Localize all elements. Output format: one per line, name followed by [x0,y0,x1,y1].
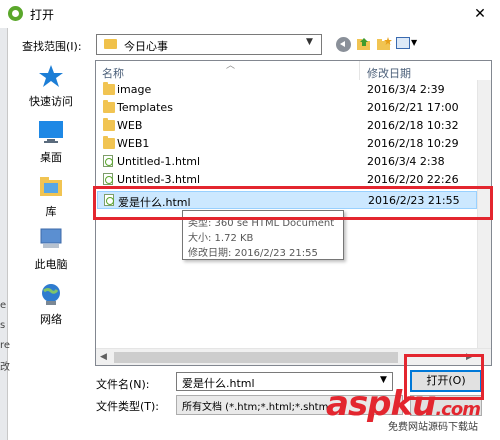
tooltip-date: 修改日期: 2016/2/23 21:55 [188,248,318,259]
list-item[interactable]: Untitled-1.html 2016/3/4 2:38 [97,153,477,171]
lookin-value: 今日心事 [124,40,168,53]
filename-value: 爱是什么.html [182,377,255,390]
file-date: 2016/2/18 10:32 [367,119,459,132]
place-label: 此电脑 [34,258,68,271]
chevron-down-icon[interactable]: ▼ [411,38,417,47]
file-date: 2016/2/21 17:00 [367,101,459,114]
file-name: image [117,83,152,96]
watermark-subtext: 免费网站源码下载站 [388,422,478,433]
filename-label: 文件名(N): [96,378,150,391]
place-label: 快速访问 [29,95,73,108]
place-quick-access[interactable]: 快速访问 [14,60,88,120]
up-folder-icon[interactable] [356,36,372,52]
lookin-label: 查找范围(I): [22,40,82,53]
file-name: Templates [117,101,173,114]
back-icon[interactable] [336,37,351,52]
tooltip-size: 大小: 1.72 KB [188,233,254,244]
place-this-pc[interactable]: 此电脑 [14,223,88,283]
file-name: WEB [117,119,143,132]
library-icon [38,174,64,198]
folder-icon [103,136,115,149]
list-item[interactable]: image 2016/3/4 2:39 [97,81,477,99]
place-label: 桌面 [40,151,62,164]
background-text: e [0,300,7,311]
background-text: 改 [0,362,10,373]
app-icon [8,6,23,21]
list-item[interactable]: WEB1 2016/2/18 10:29 [97,135,477,153]
background-window-edge [0,28,8,440]
filetype-value: 所有文档 (*.htm;*.html;*.shtm [182,402,329,413]
place-label: 库 [45,205,57,218]
file-name: Untitled-3.html [117,173,201,186]
html-file-icon [103,173,113,185]
file-date: 2016/2/20 22:26 [367,173,459,186]
background-text: s [0,320,6,331]
close-button[interactable]: ✕ [468,3,492,25]
network-icon [38,282,64,306]
folder-icon [104,39,117,49]
star-icon [38,64,64,88]
new-folder-icon[interactable] [376,37,392,51]
scroll-thumb[interactable] [114,352,398,363]
list-item[interactable]: Templates 2016/2/21 17:00 [97,99,477,117]
file-date: 2016/3/4 2:38 [367,155,445,168]
place-library[interactable]: 库 [14,170,88,230]
list-item[interactable]: WEB 2016/2/18 10:32 [97,117,477,135]
place-network[interactable]: 网络 [14,278,88,338]
place-desktop[interactable]: 桌面 [14,116,88,176]
chevron-down-icon[interactable]: ▼ [306,37,313,47]
file-name: Untitled-1.html [117,155,201,168]
folder-icon [103,100,115,113]
views-icon[interactable] [396,37,410,49]
background-text: re [0,340,11,351]
filetype-label: 文件类型(T): [96,400,160,413]
file-date: 2016/2/18 10:29 [367,137,459,150]
place-label: 网络 [40,313,62,326]
scroll-left-icon[interactable]: ◀ [100,352,107,362]
desktop-icon [38,120,64,144]
places-bar: 快速访问 桌面 库 此电脑 网络 [14,60,88,404]
folder-icon [103,82,115,95]
file-name: WEB1 [117,137,150,150]
folder-icon [103,118,115,131]
dialog-title: 打开 [30,8,55,22]
column-header-date[interactable]: 修改日期 [361,61,481,80]
file-date: 2016/3/4 2:39 [367,83,445,96]
highlight-box-selected-file [93,186,493,220]
computer-icon [38,227,64,251]
sort-caret-icon: ︿ [226,61,236,71]
title-bar [0,0,500,28]
html-file-icon [103,155,113,167]
